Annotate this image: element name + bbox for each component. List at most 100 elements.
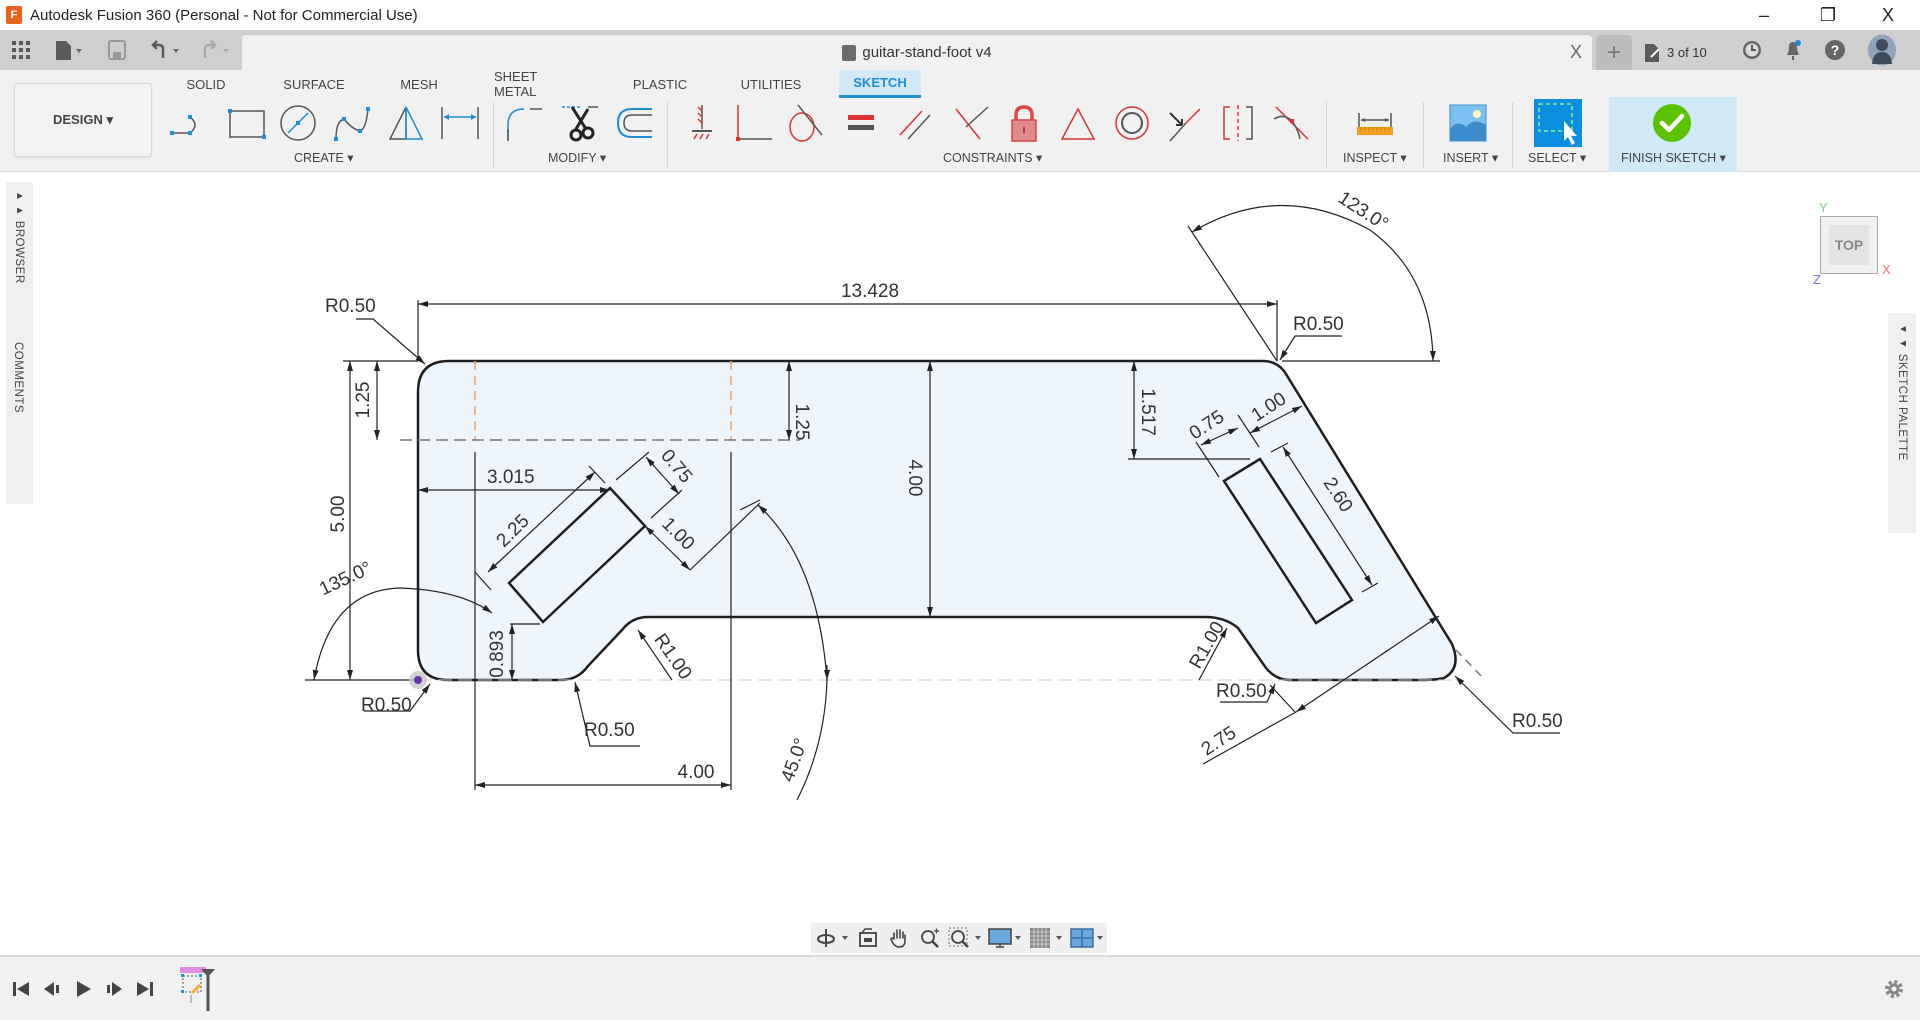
job-status-button[interactable]: 3 of 10 xyxy=(1643,35,1707,70)
midpoint-constraint[interactable] xyxy=(1056,100,1100,146)
insert-image-tool[interactable] xyxy=(1446,100,1490,146)
spline-tool[interactable] xyxy=(330,100,374,146)
offset-tool[interactable] xyxy=(612,100,656,146)
dim-radius-inner-left[interactable]: R1.00 xyxy=(637,629,696,684)
select-menu[interactable]: SELECT ▾ xyxy=(1528,150,1586,165)
document-tab[interactable]: guitar-stand-foot v4 X xyxy=(242,35,1592,70)
data-panel-button[interactable] xyxy=(8,30,34,70)
pan-button[interactable] xyxy=(885,925,914,951)
timeline-last-button[interactable] xyxy=(131,975,159,1003)
sketch-drawing[interactable]: 13.428 R0.50 5.00 1.25 1.25 4.00 1.517 3… xyxy=(0,172,1920,955)
fix-constraint[interactable] xyxy=(1002,100,1046,146)
viewcube[interactable]: TOP xyxy=(1820,216,1878,274)
dim-radius-top-right[interactable]: R0.50 xyxy=(1279,314,1344,361)
line-tool[interactable] xyxy=(168,100,212,146)
symmetry-constraint[interactable] xyxy=(1216,100,1260,146)
window-title: Autodesk Fusion 360 (Personal - Not for … xyxy=(30,6,418,24)
viewports-button[interactable] xyxy=(1068,925,1107,951)
modify-menu[interactable]: MODIFY ▾ xyxy=(548,150,606,165)
collapse-icon: ◂◂ xyxy=(1896,321,1908,354)
new-tab-button[interactable]: + xyxy=(1596,35,1632,70)
notifications-button[interactable] xyxy=(1780,37,1806,63)
tangent-constraint[interactable] xyxy=(784,100,828,146)
tab-solid[interactable]: SOLID xyxy=(178,70,234,98)
timeline-marker[interactable] xyxy=(200,967,216,1013)
collinear-constraint[interactable] xyxy=(1162,100,1206,146)
sketch-palette-panel[interactable]: ◂◂ SKETCH PALETTE xyxy=(1888,313,1916,533)
finish-sketch-button[interactable] xyxy=(1650,100,1694,146)
redo-button[interactable] xyxy=(196,30,236,70)
dim-bottom-span[interactable]: 4.00 xyxy=(475,762,731,788)
fillet-tool[interactable] xyxy=(504,100,548,146)
look-at-button[interactable] xyxy=(854,925,883,951)
browser-panel-toggle[interactable]: ▸▸ BROWSER xyxy=(12,188,26,284)
close-window-button[interactable]: X xyxy=(1860,0,1916,30)
dim-top-band-left[interactable]: 1.25 xyxy=(353,361,380,440)
perpendicular-constraint[interactable] xyxy=(732,100,776,146)
constraints-menu[interactable]: CONSTRAINTS ▾ xyxy=(943,150,1042,165)
svg-text:R1.00: R1.00 xyxy=(1185,618,1229,672)
help-button[interactable]: ? xyxy=(1822,37,1848,63)
tab-plastic[interactable]: PLASTIC xyxy=(626,70,694,98)
history-button[interactable] xyxy=(1739,37,1765,63)
browser-panel[interactable]: ▸▸ BROWSER COMMENTS xyxy=(6,182,33,504)
rectangle-tool[interactable] xyxy=(222,100,266,146)
file-menu-button[interactable] xyxy=(48,30,88,70)
dim-radius-bottom-left[interactable]: R0.50 xyxy=(361,671,431,716)
grid-settings-button[interactable] xyxy=(1028,925,1067,951)
sketch-dimension-tool[interactable] xyxy=(438,100,482,146)
measure-tool[interactable] xyxy=(1353,100,1397,146)
timeline-settings-button[interactable] xyxy=(1882,977,1908,1003)
perpendicular-lines-constraint[interactable] xyxy=(948,100,992,146)
close-tab-button[interactable]: X xyxy=(1570,42,1582,63)
user-avatar[interactable] xyxy=(1864,33,1900,67)
svg-text:3.015: 3.015 xyxy=(487,467,535,488)
tab-sheet-metal[interactable]: SHEET METAL xyxy=(486,69,582,99)
viewcube-top-face[interactable]: TOP xyxy=(1829,225,1869,265)
sketch-palette-toggle[interactable]: ◂◂ SKETCH PALETTE xyxy=(1895,321,1909,461)
dim-radius-bottom-right-inner[interactable]: R0.50 xyxy=(1216,681,1276,703)
tab-mesh[interactable]: MESH xyxy=(394,70,444,98)
undo-button[interactable] xyxy=(146,30,186,70)
mirror-tool[interactable] xyxy=(384,100,428,146)
tab-surface[interactable]: SURFACE xyxy=(278,70,350,98)
circle-tool[interactable] xyxy=(276,100,320,146)
dim-radius-bottom-right[interactable]: R0.50 xyxy=(1454,675,1563,734)
trim-tool[interactable] xyxy=(558,100,602,146)
timeline-prev-button[interactable] xyxy=(38,975,66,1003)
restore-button[interactable]: ❐ xyxy=(1800,0,1856,30)
zoom-button[interactable] xyxy=(916,925,945,951)
inspect-menu[interactable]: INSPECT ▾ xyxy=(1343,150,1407,165)
concentric-constraint[interactable] xyxy=(1110,100,1154,146)
curvature-constraint[interactable] xyxy=(1270,100,1314,146)
dim-overall-length[interactable]: 13.428 xyxy=(417,281,1278,361)
fit-button[interactable] xyxy=(947,925,986,951)
save-button[interactable] xyxy=(104,30,130,70)
svg-text:13.428: 13.428 xyxy=(841,281,899,302)
svg-text:R0.50: R0.50 xyxy=(1216,681,1267,702)
dim-radius-inner-right[interactable]: R1.00 xyxy=(1185,618,1229,681)
timeline-play-button[interactable] xyxy=(69,975,97,1003)
workspace-switcher[interactable]: DESIGN ▾ xyxy=(14,83,152,157)
comments-panel-toggle[interactable]: COMMENTS xyxy=(12,342,24,413)
sketch-canvas[interactable]: 13.428 R0.50 5.00 1.25 1.25 4.00 1.517 3… xyxy=(0,172,1920,955)
parallel-constraint[interactable] xyxy=(894,100,938,146)
orbit-button[interactable] xyxy=(815,925,852,951)
create-menu[interactable]: CREATE ▾ xyxy=(294,150,354,165)
clock-icon xyxy=(1743,41,1761,59)
tab-sketch[interactable]: SKETCH xyxy=(839,70,921,98)
finish-sketch-menu[interactable]: FINISH SKETCH ▾ xyxy=(1621,150,1726,165)
coincident-constraint[interactable] xyxy=(680,100,724,146)
window-select-tool[interactable] xyxy=(1534,98,1582,148)
tab-utilities[interactable]: UTILITIES xyxy=(736,70,806,98)
minimize-button[interactable]: – xyxy=(1736,0,1792,30)
insert-menu[interactable]: INSERT ▾ xyxy=(1443,150,1498,165)
timeline-next-button[interactable] xyxy=(100,975,128,1003)
equal-icon xyxy=(848,115,874,130)
equal-constraint[interactable] xyxy=(840,100,884,146)
dim-radius-bottom-mid[interactable]: R0.50 xyxy=(574,681,640,747)
expand-icon: ▸▸ xyxy=(13,188,25,221)
dim-radius-top-left[interactable]: R0.50 xyxy=(325,296,426,365)
display-settings-button[interactable] xyxy=(987,925,1026,951)
timeline-first-button[interactable] xyxy=(7,975,35,1003)
